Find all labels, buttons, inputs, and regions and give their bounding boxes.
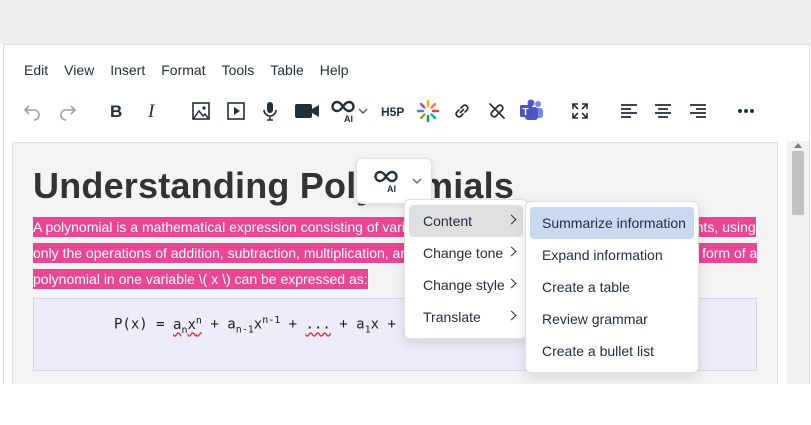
redo-icon [60, 105, 77, 121]
ai-context-menu: Content Change tone Change style Transla… [404, 199, 528, 339]
insert-image-button[interactable] [184, 95, 218, 127]
insert-media-button[interactable] [219, 95, 253, 127]
sparkle-icon [416, 99, 440, 123]
menu-item-label: Content [423, 213, 473, 229]
h5p-label: H5P [381, 105, 404, 119]
formula-dots: ... [305, 316, 331, 333]
scroll-up-arrow[interactable] [794, 143, 802, 148]
align-center-icon [655, 104, 671, 118]
polynomial-formula: P(x) = anxn + an-1xn-1 + ... + a1x + [114, 315, 396, 335]
h5p-icon: H5P [381, 105, 404, 119]
teams-icon: T [520, 99, 543, 120]
menu-help[interactable]: Help [312, 57, 357, 83]
italic-button[interactable]: I [135, 95, 169, 127]
menu-insert[interactable]: Insert [102, 57, 153, 83]
menu-item-label: Translate [423, 309, 481, 325]
svg-text:B: B [110, 102, 122, 121]
video-camera-icon [295, 104, 319, 118]
microphone-icon [263, 102, 277, 121]
align-center-button[interactable] [646, 95, 680, 127]
svg-text:T: T [523, 107, 529, 118]
sparkle-button[interactable] [411, 95, 445, 127]
menu-view[interactable]: View [56, 57, 102, 83]
page-bottom [0, 384, 811, 425]
submenu-item-expand[interactable]: Expand information [530, 239, 694, 271]
formula-sup-n1: n-1 [262, 315, 281, 326]
ai-dropdown-button[interactable] [354, 95, 372, 127]
ai-icon: AI [374, 170, 398, 194]
toolbar: B I AI H5P T [4, 95, 809, 131]
undo-button[interactable] [15, 95, 49, 127]
menu-item-label: Change style [423, 277, 505, 293]
ai-icon-label: AI [344, 114, 353, 124]
formula-prefix: P(x) = [114, 316, 174, 333]
record-video-button[interactable] [290, 95, 324, 127]
menu-item-change-tone[interactable]: Change tone [409, 237, 523, 269]
formula-coef-3: a [356, 316, 365, 333]
menu-edit[interactable]: Edit [16, 57, 56, 83]
unlink-icon [489, 103, 505, 119]
bold-icon: B [110, 102, 122, 121]
menu-item-label: Change tone [423, 245, 504, 261]
align-right-icon [690, 104, 706, 118]
formula-plus-2: + [280, 316, 306, 333]
chevron-down-icon [412, 178, 422, 184]
bold-button[interactable]: B [99, 95, 133, 127]
formula-coef-2: a [227, 316, 236, 333]
submenu-item-create-table[interactable]: Create a table [530, 271, 694, 303]
fullscreen-icon [572, 103, 588, 119]
formula-sub-n1: n-1 [235, 324, 254, 336]
menu-item-change-style[interactable]: Change style [409, 269, 523, 301]
align-right-button[interactable] [681, 95, 715, 127]
h5p-button[interactable]: H5P [376, 95, 412, 127]
menu-table[interactable]: Table [262, 57, 311, 83]
media-icon [227, 102, 245, 120]
image-icon [192, 102, 210, 120]
more-icon [738, 109, 754, 113]
align-left-icon [621, 104, 637, 118]
menu-item-translate[interactable]: Translate [409, 301, 523, 333]
menu-format[interactable]: Format [153, 57, 213, 83]
chevron-right-icon [506, 214, 517, 225]
ai-quick-action-button[interactable]: AI [356, 158, 432, 204]
ai-popup-label: AI [387, 184, 396, 194]
chevron-right-icon [506, 278, 517, 289]
formula-plus-3: + [330, 316, 357, 333]
formula-var: x [187, 316, 196, 333]
record-audio-button[interactable] [253, 95, 287, 127]
fullscreen-button[interactable] [563, 95, 597, 127]
formula-var-2: x [253, 316, 263, 333]
link-icon [455, 104, 469, 118]
submenu-item-summarize[interactable]: Summarize information [530, 207, 694, 239]
menu-tools[interactable]: Tools [214, 57, 263, 83]
formula-tail: x + [370, 316, 396, 333]
chevron-right-icon [506, 246, 517, 257]
align-left-button[interactable] [612, 95, 646, 127]
menubar: Edit View Insert Format Tools Table Help [4, 57, 357, 83]
ai-icon: AI [331, 100, 355, 124]
undo-icon [23, 105, 40, 121]
window-top-band [0, 0, 811, 44]
submenu-item-bullet-list[interactable]: Create a bullet list [530, 335, 694, 367]
menu-item-content[interactable]: Content [409, 205, 523, 237]
formula-plus: + [201, 316, 228, 333]
remove-link-button[interactable] [480, 95, 514, 127]
scrollbar-thumb[interactable] [792, 151, 804, 215]
chevron-down-icon [358, 108, 368, 114]
teams-button[interactable]: T [515, 95, 549, 127]
insert-link-button[interactable] [445, 95, 479, 127]
more-button[interactable] [729, 95, 763, 127]
italic-icon: I [147, 101, 156, 121]
redo-button[interactable] [51, 95, 85, 127]
content-submenu: Summarize information Expand information… [525, 201, 699, 373]
formula-term-n: anxn [173, 315, 202, 335]
svg-text:I: I [147, 101, 156, 121]
submenu-item-review-grammar[interactable]: Review grammar [530, 303, 694, 335]
chevron-right-icon [506, 310, 517, 321]
